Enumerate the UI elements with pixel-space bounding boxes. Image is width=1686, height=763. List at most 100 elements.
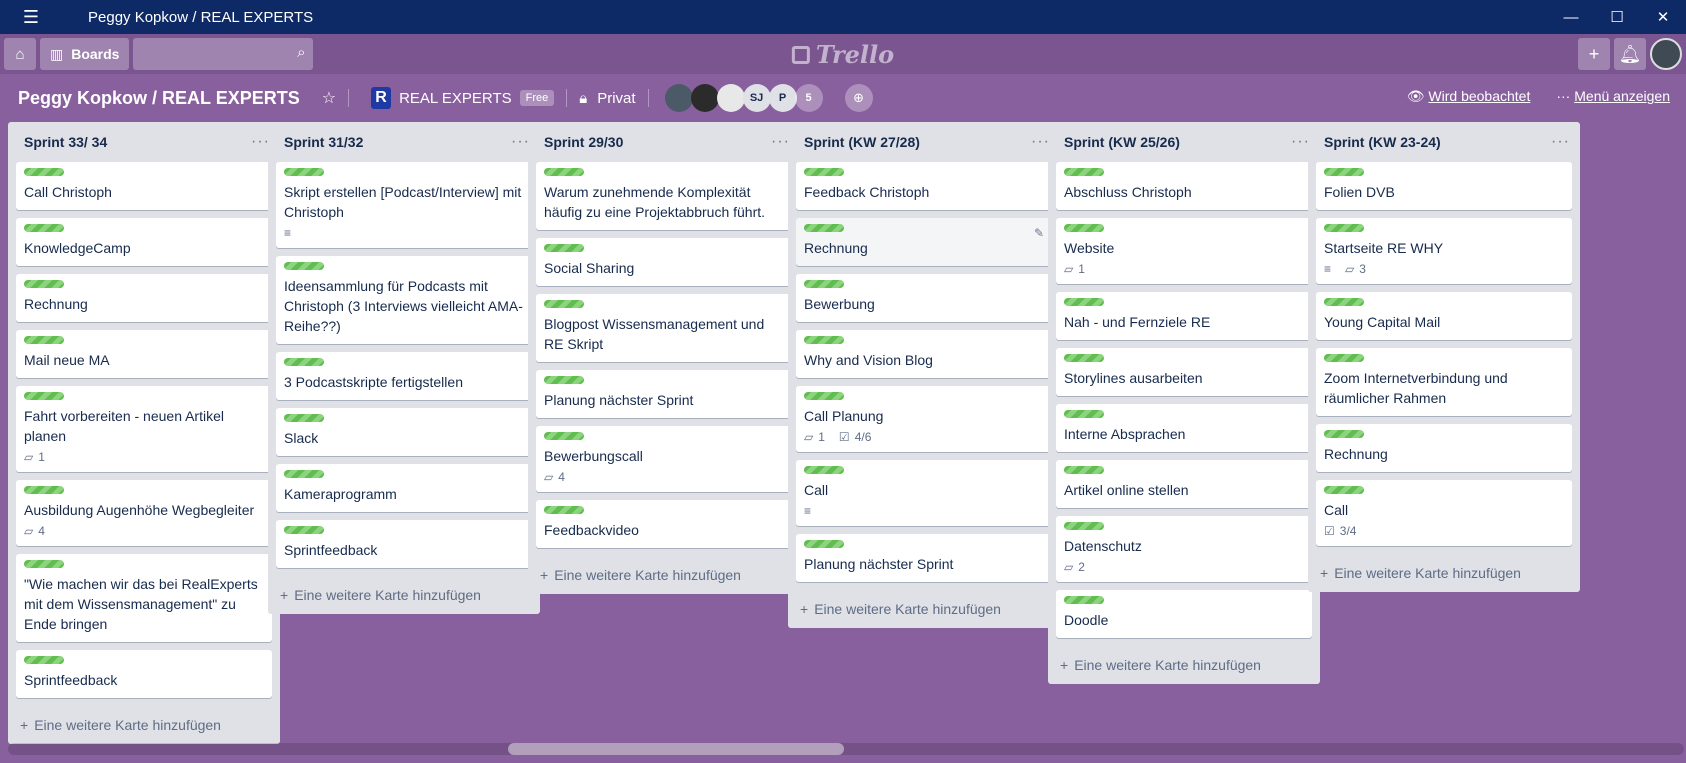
card-label[interactable] — [1064, 298, 1104, 306]
card[interactable]: "Wie machen wir das bei RealExperts mit … — [16, 554, 272, 642]
card[interactable]: Social Sharing — [536, 238, 792, 286]
card-label[interactable] — [804, 466, 844, 474]
horizontal-scrollbar-track[interactable] — [8, 743, 1684, 755]
card-label[interactable] — [1324, 168, 1364, 176]
create-button[interactable]: + — [1578, 38, 1610, 70]
card-label[interactable] — [1064, 168, 1104, 176]
card-label[interactable] — [1064, 224, 1104, 232]
member-count[interactable]: 5 — [794, 84, 823, 112]
card-label[interactable] — [24, 486, 64, 494]
user-avatar[interactable] — [1650, 38, 1682, 70]
card-label[interactable] — [284, 414, 324, 422]
add-card-button[interactable]: + Eine weitere Karte hinzufügen — [268, 576, 540, 614]
trello-logo[interactable]: Trello — [791, 40, 894, 69]
add-card-button[interactable]: + Eine weitere Karte hinzufügen — [8, 706, 280, 744]
card-label[interactable] — [284, 168, 324, 176]
list-title[interactable]: Sprint 33/ 34 — [24, 134, 107, 150]
horizontal-scrollbar-thumb[interactable] — [508, 743, 844, 755]
list-title[interactable]: Sprint 31/32 — [284, 134, 363, 150]
card-label[interactable] — [1064, 596, 1104, 604]
card[interactable]: Rechnung — [16, 274, 272, 322]
add-card-button[interactable]: + Eine weitere Karte hinzufügen — [1308, 554, 1580, 592]
card[interactable]: Call Christoph — [16, 162, 272, 210]
notifications-button[interactable]: 🔔︎ — [1614, 38, 1646, 70]
card[interactable]: Skript erstellen [Podcast/Interview] mit… — [276, 162, 532, 248]
member-avatar[interactable] — [664, 84, 693, 112]
card-label[interactable] — [24, 392, 64, 400]
card[interactable]: Bewerbung — [796, 274, 1052, 322]
card-label[interactable] — [1324, 298, 1364, 306]
list-title[interactable]: Sprint (KW 23-24) — [1324, 134, 1441, 150]
list-menu-icon[interactable]: ··· — [1551, 133, 1570, 151]
card-label[interactable] — [24, 560, 64, 568]
list-header[interactable]: Sprint (KW 27/28) ··· — [788, 122, 1060, 162]
card[interactable]: Startseite RE WHY ≡ ▱ 3 — [1316, 218, 1572, 284]
card-label[interactable] — [544, 300, 584, 308]
minimize-button[interactable]: — — [1548, 0, 1594, 34]
invite-member-button[interactable]: ⊕ — [844, 84, 873, 112]
card[interactable]: Call Planung ▱ 1 ☑ 4/6 — [796, 386, 1052, 452]
card[interactable]: Interne Absprachen — [1056, 404, 1312, 452]
card[interactable]: Abschluss Christoph — [1056, 162, 1312, 210]
card-label[interactable] — [1064, 466, 1104, 474]
card[interactable]: Sprintfeedback — [16, 650, 272, 698]
card[interactable]: Doodle — [1056, 590, 1312, 638]
list-header[interactable]: Sprint 31/32 ··· — [268, 122, 540, 162]
card[interactable]: Ausbildung Augenhöhe Wegbegleiter ▱ 4 — [16, 480, 272, 546]
card[interactable]: 3 Podcastskripte fertigstellen — [276, 352, 532, 400]
card[interactable]: Feedbackvideo — [536, 500, 792, 548]
member-avatar[interactable]: SJ — [742, 84, 771, 112]
card-label[interactable] — [804, 392, 844, 400]
list-header[interactable]: Sprint (KW 25/26) ··· — [1048, 122, 1320, 162]
list-header[interactable]: Sprint 33/ 34 ··· — [8, 122, 280, 162]
visibility-button[interactable]: 🔒︎ Privat — [579, 90, 635, 107]
card-label[interactable] — [1324, 486, 1364, 494]
card[interactable]: KnowledgeCamp — [16, 218, 272, 266]
card-label[interactable] — [1064, 522, 1104, 530]
card[interactable]: Rechnung — [1316, 424, 1572, 472]
card[interactable]: Bewerbungscall ▱ 4 — [536, 426, 792, 492]
add-card-button[interactable]: + Eine weitere Karte hinzufügen — [528, 556, 800, 594]
card-label[interactable] — [544, 244, 584, 252]
card-label[interactable] — [1064, 410, 1104, 418]
card-label[interactable] — [544, 168, 584, 176]
card[interactable]: Kameraprogramm — [276, 464, 532, 512]
star-icon[interactable]: ☆ — [322, 88, 336, 108]
card[interactable]: Nah - und Fernziele RE — [1056, 292, 1312, 340]
card[interactable]: Slack — [276, 408, 532, 456]
card[interactable]: Mail neue MA — [16, 330, 272, 378]
card-label[interactable] — [544, 432, 584, 440]
card-label[interactable] — [804, 224, 844, 232]
card-label[interactable] — [284, 470, 324, 478]
card[interactable]: Young Capital Mail — [1316, 292, 1572, 340]
card-label[interactable] — [284, 358, 324, 366]
card[interactable]: Website ▱ 1 — [1056, 218, 1312, 284]
card-label[interactable] — [544, 506, 584, 514]
card[interactable]: Ideensammlung für Podcasts mit Christoph… — [276, 256, 532, 344]
boards-button[interactable]: ▥ Boards — [40, 38, 130, 70]
card-label[interactable] — [24, 168, 64, 176]
card-label[interactable] — [24, 656, 64, 664]
card-label[interactable] — [284, 526, 324, 534]
card-label[interactable] — [284, 262, 324, 270]
card-label[interactable] — [544, 376, 584, 384]
card[interactable]: Storylines ausarbeiten — [1056, 348, 1312, 396]
close-button[interactable]: ✕ — [1640, 0, 1686, 34]
member-avatar[interactable] — [690, 84, 719, 112]
card-label[interactable] — [24, 280, 64, 288]
add-card-button[interactable]: + Eine weitere Karte hinzufügen — [788, 590, 1060, 628]
card[interactable]: Call ☑ 3/4 — [1316, 480, 1572, 546]
card[interactable]: Datenschutz ▱ 2 — [1056, 516, 1312, 582]
card-label[interactable] — [804, 280, 844, 288]
card[interactable]: Rechnung ✎ — [796, 218, 1052, 266]
card-label[interactable] — [24, 224, 64, 232]
card-label[interactable] — [1324, 430, 1364, 438]
card[interactable]: Why and Vision Blog — [796, 330, 1052, 378]
card-label[interactable] — [1324, 354, 1364, 362]
card[interactable]: Blogpost Wissensmanagement und RE Skript — [536, 294, 792, 362]
list-title[interactable]: Sprint (KW 25/26) — [1064, 134, 1180, 150]
card[interactable]: Call ≡ — [796, 460, 1052, 526]
show-menu-button[interactable]: ··· Menü anzeigen — [1556, 88, 1670, 105]
watch-button[interactable]: 👁︎ Wird beobachtet — [1407, 88, 1531, 105]
hamburger-menu-icon[interactable]: ☰ — [0, 0, 62, 34]
